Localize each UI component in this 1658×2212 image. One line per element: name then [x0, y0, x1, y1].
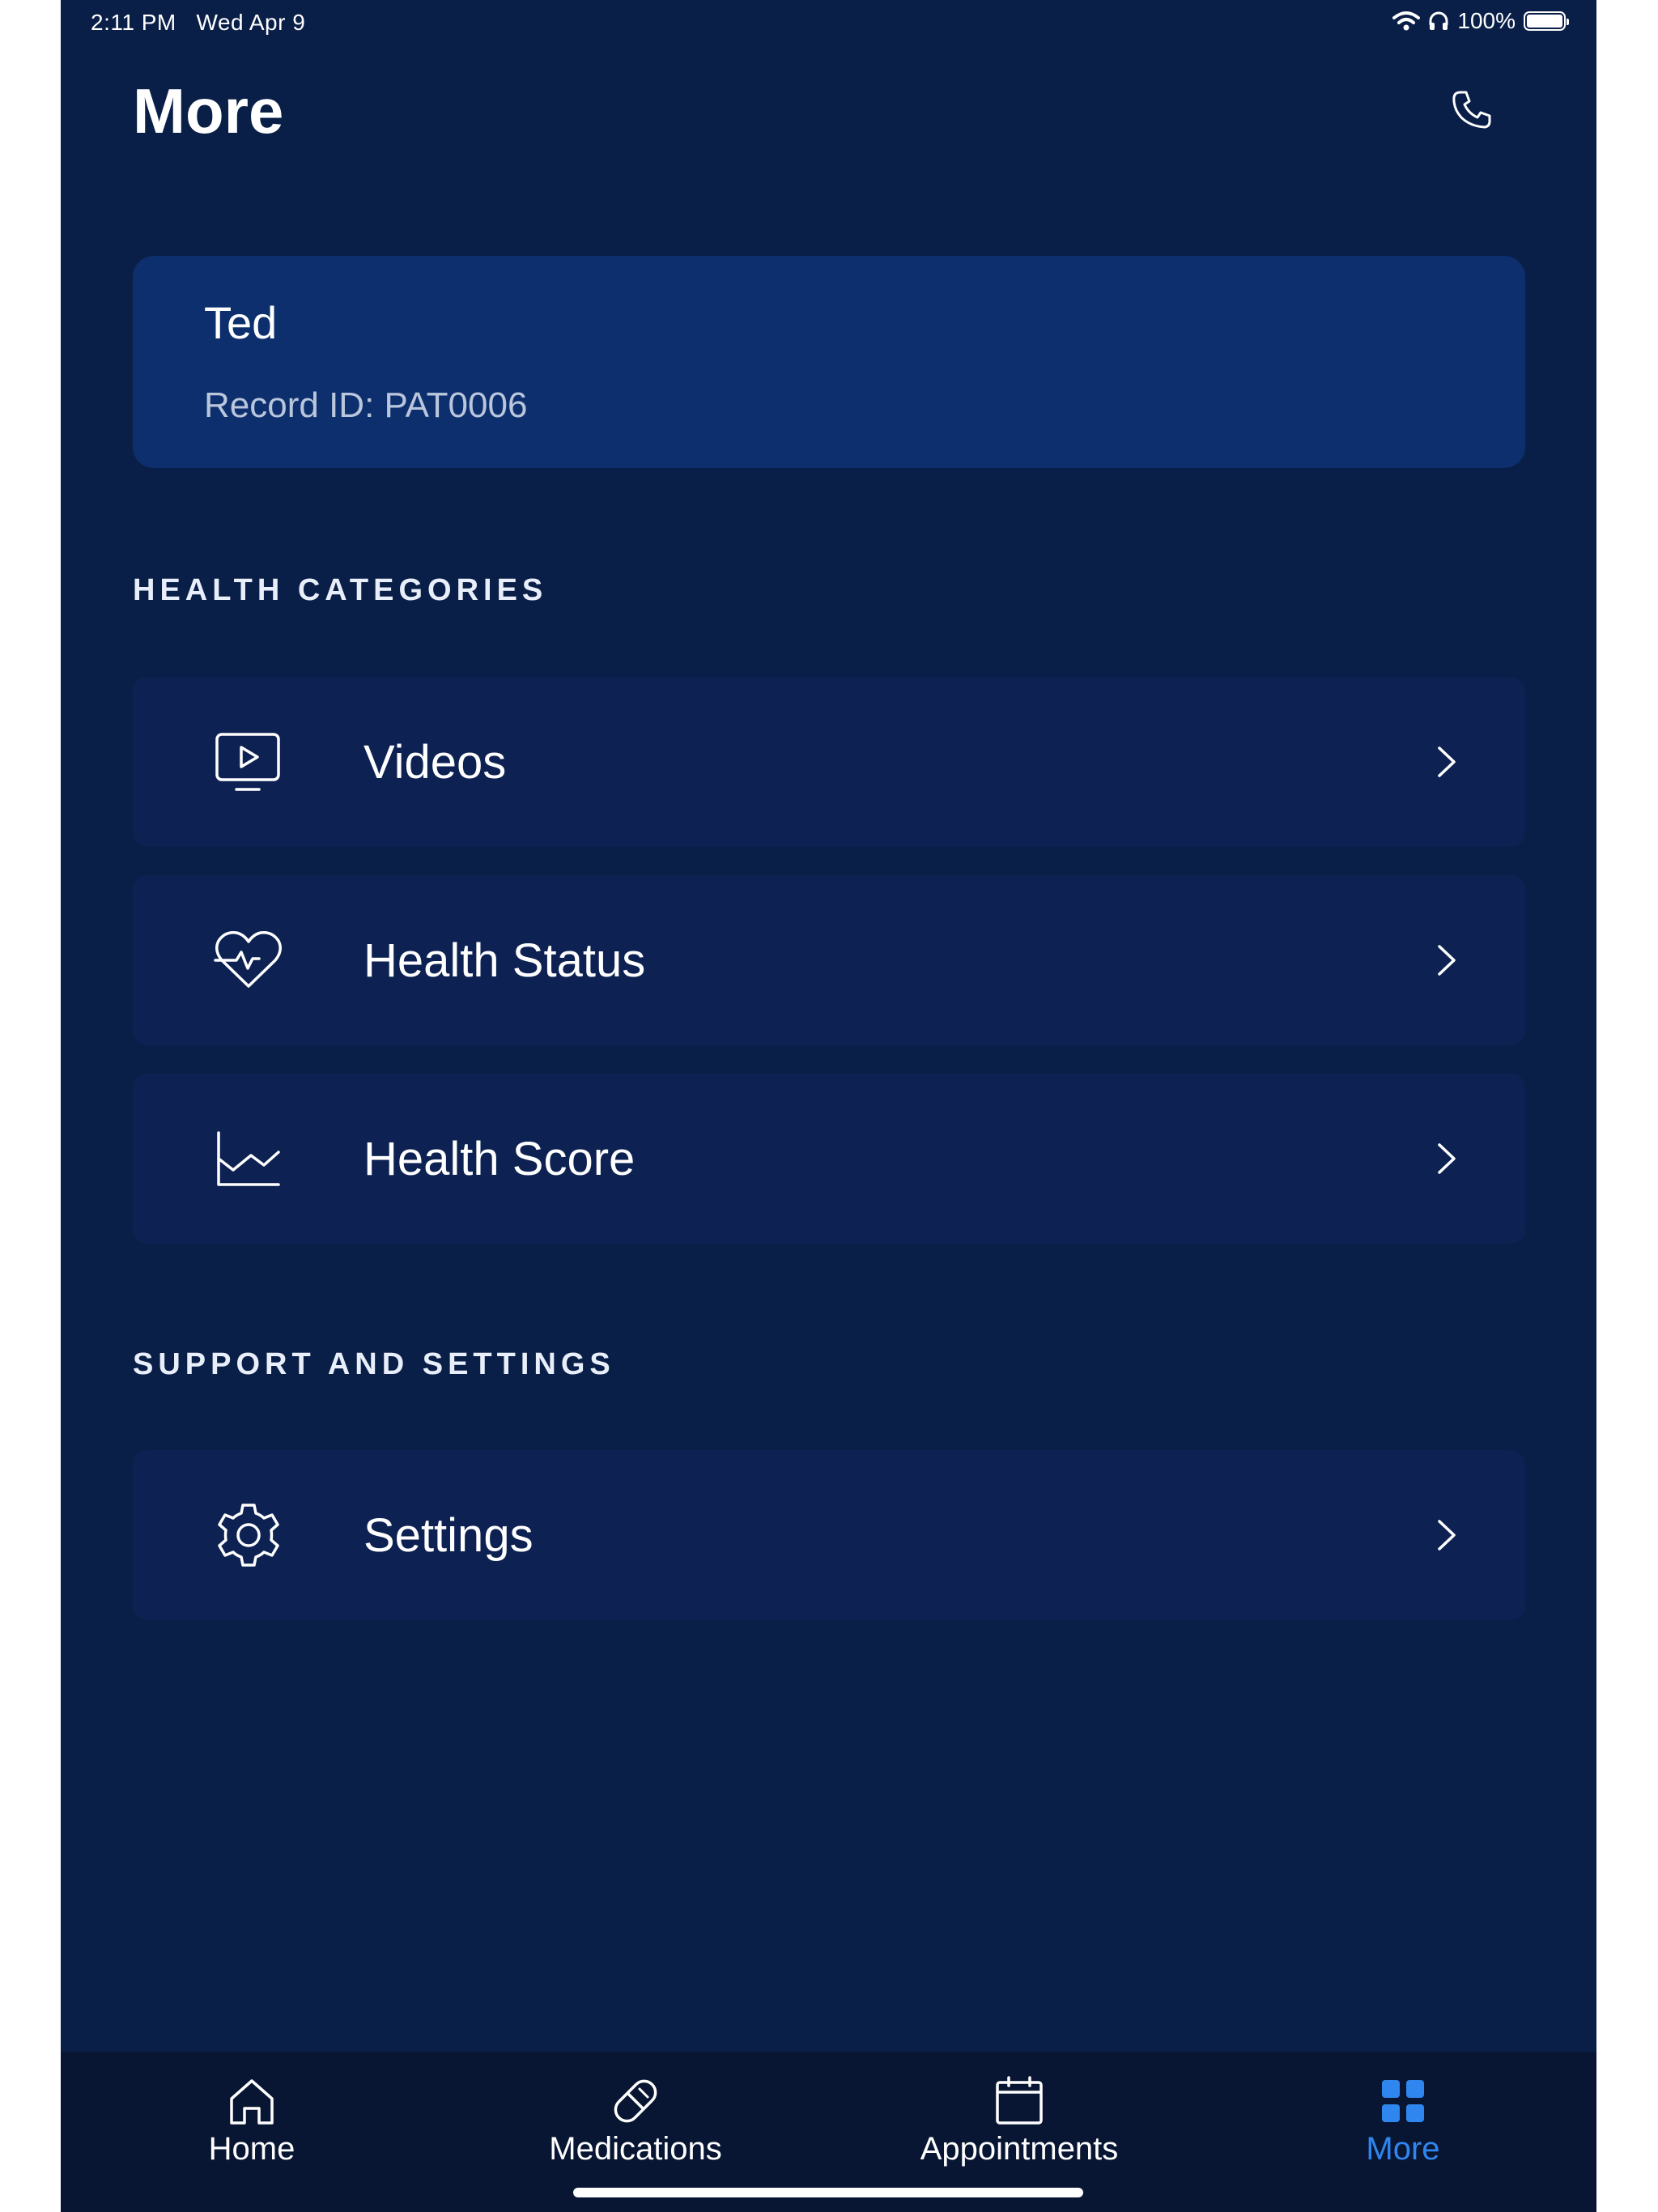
chevron-right-icon [1438, 1143, 1456, 1174]
tab-medications[interactable]: Medications [490, 2073, 781, 2178]
gear-icon [214, 1500, 283, 1570]
headphones-icon [1429, 11, 1448, 30]
status-indicators: 100% [1392, 8, 1569, 34]
menu-item-health-score[interactable]: Health Score [133, 1074, 1525, 1244]
menu-item-label: Videos [363, 736, 507, 789]
chevron-right-icon [1438, 1520, 1456, 1551]
page-title: More [133, 75, 284, 147]
home-icon [223, 2073, 280, 2129]
wifi-icon [1392, 11, 1421, 31]
status-date: Wed Apr 9 [196, 10, 306, 35]
tab-label: More [1366, 2131, 1440, 2167]
status-bar: 2:11 PM Wed Apr 9 100% [61, 0, 1596, 45]
video-icon [214, 727, 283, 797]
battery-percent: 100% [1457, 8, 1516, 33]
section-heading-health-categories: HEALTH CATEGORIES [133, 573, 548, 607]
line-chart-icon [214, 1124, 283, 1193]
tab-label: Home [208, 2131, 295, 2167]
section-heading-support-settings: SUPPORT AND SETTINGS [133, 1347, 615, 1381]
chevron-right-icon [1438, 945, 1456, 976]
home-indicator[interactable] [573, 2188, 1083, 2197]
menu-item-videos[interactable]: Videos [133, 677, 1525, 847]
heart-pulse-icon [214, 925, 283, 995]
battery-icon [1524, 11, 1569, 31]
call-button[interactable] [1448, 86, 1496, 134]
chevron-right-icon [1438, 747, 1456, 777]
tab-label: Medications [549, 2131, 722, 2167]
menu-item-settings[interactable]: Settings [133, 1450, 1525, 1620]
tab-label: Appointments [920, 2131, 1119, 2167]
pill-icon [607, 2073, 664, 2129]
calendar-icon [991, 2073, 1048, 2129]
profile-record-id: Record ID: PAT0006 [204, 385, 528, 425]
menu-item-label: Settings [363, 1509, 534, 1562]
status-time: 2:11 PM Wed Apr 9 [91, 10, 305, 36]
grid-icon [1375, 2073, 1431, 2129]
tab-home[interactable]: Home [106, 2073, 397, 2178]
tab-appointments[interactable]: Appointments [874, 2073, 1165, 2178]
profile-card: Ted Record ID: PAT0006 [133, 256, 1525, 468]
menu-item-label: Health Score [363, 1133, 636, 1185]
status-clock: 2:11 PM [91, 10, 176, 35]
profile-name: Ted [204, 297, 278, 348]
tab-more[interactable]: More [1257, 2073, 1549, 2178]
menu-item-label: Health Status [363, 934, 646, 987]
phone-icon [1452, 91, 1491, 129]
menu-item-health-status[interactable]: Health Status [133, 875, 1525, 1045]
app-screen: 2:11 PM Wed Apr 9 100% More Ted Record I… [61, 0, 1596, 2212]
